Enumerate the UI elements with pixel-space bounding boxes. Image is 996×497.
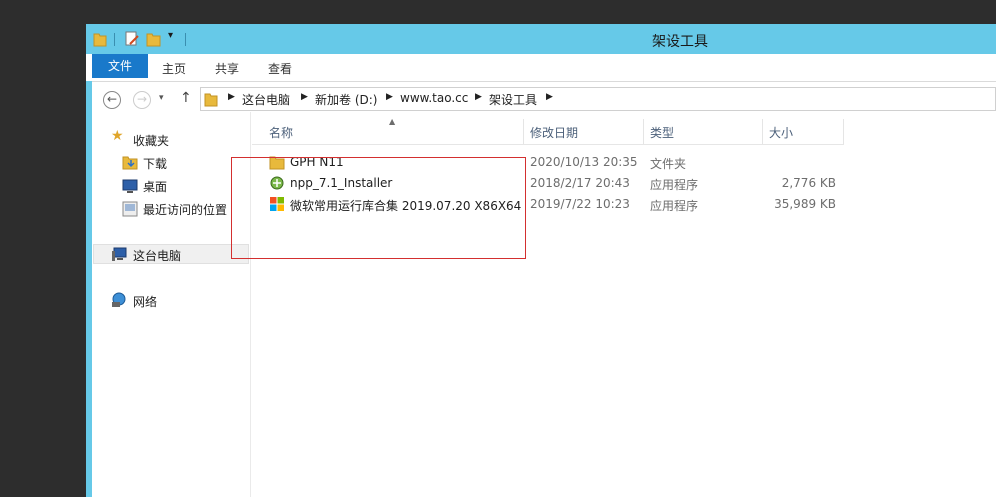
back-button[interactable]: ← <box>103 91 121 109</box>
recent-places-icon <box>122 201 138 217</box>
column-divider[interactable] <box>523 119 524 144</box>
tab-view[interactable]: 查看 <box>268 60 292 77</box>
breadcrumb-separator-icon[interactable]: ▶ <box>386 92 393 102</box>
breadcrumb-separator-icon[interactable]: ▶ <box>228 92 235 102</box>
downloads-icon <box>122 156 138 170</box>
folder-icon[interactable] <box>93 31 107 47</box>
column-date[interactable]: 修改日期 <box>530 124 578 141</box>
tab-file[interactable]: 文件 <box>92 54 148 78</box>
file-size: 35,989 KB <box>774 197 836 211</box>
star-icon: ★ <box>111 128 124 144</box>
file-date: 2018/2/17 20:43 <box>530 176 630 190</box>
column-size[interactable]: 大小 <box>769 124 793 141</box>
folder-icon <box>204 93 218 107</box>
nav-downloads[interactable]: 下载 <box>143 155 167 172</box>
tab-home[interactable]: 主页 <box>162 60 186 77</box>
highlight-annotation-box <box>231 157 526 259</box>
breadcrumb-separator-icon[interactable]: ▶ <box>546 92 553 102</box>
nav-desktop[interactable]: 桌面 <box>143 178 167 195</box>
computer-icon <box>112 247 127 261</box>
column-divider[interactable] <box>762 119 763 144</box>
breadcrumb-this-pc[interactable]: 这台电脑 <box>242 91 290 108</box>
column-type[interactable]: 类型 <box>650 124 674 141</box>
toolbar-divider <box>114 33 115 46</box>
file-type: 文件夹 <box>650 157 687 171</box>
up-arrow-icon[interactable]: ↑ <box>180 90 192 106</box>
recent-locations-icon[interactable]: ▾ <box>159 93 164 103</box>
network-icon <box>112 292 126 307</box>
breadcrumb-separator-icon[interactable]: ▶ <box>475 92 482 102</box>
file-date: 2020/10/13 20:35 <box>530 155 638 169</box>
column-name[interactable]: 名称 <box>269 124 293 141</box>
nav-favorites[interactable]: 收藏夹 <box>133 132 169 149</box>
new-folder-icon[interactable] <box>146 31 162 47</box>
file-type: 应用程序 <box>650 199 699 213</box>
nav-network[interactable]: 网络 <box>133 293 157 310</box>
window-title: 架设工具 <box>652 34 708 50</box>
nav-this-pc[interactable]: 这台电脑 <box>133 247 181 264</box>
breadcrumb-drive[interactable]: 新加卷 (D:) <box>315 91 377 108</box>
nav-recent-places[interactable]: 最近访问的位置 <box>143 201 227 218</box>
file-size: 2,776 KB <box>781 176 836 190</box>
customize-qat-icon[interactable]: ▾ <box>168 30 173 41</box>
desktop-icon <box>122 179 138 193</box>
column-divider[interactable] <box>843 119 844 144</box>
tab-share[interactable]: 共享 <box>215 60 239 77</box>
breadcrumb-separator-icon[interactable]: ▶ <box>301 92 308 102</box>
forward-button[interactable]: → <box>133 91 151 109</box>
column-divider[interactable] <box>643 119 644 144</box>
title-bar[interactable] <box>86 24 996 54</box>
sort-ascending-icon: ▲ <box>389 117 396 126</box>
file-type: 应用程序 <box>650 178 699 192</box>
breadcrumb-folder-site[interactable]: www.tao.cc <box>400 91 468 105</box>
toolbar-divider <box>185 33 186 46</box>
properties-icon[interactable] <box>124 31 140 47</box>
breadcrumb-current[interactable]: 架设工具 <box>489 91 537 108</box>
file-date: 2019/7/22 10:23 <box>530 197 630 211</box>
